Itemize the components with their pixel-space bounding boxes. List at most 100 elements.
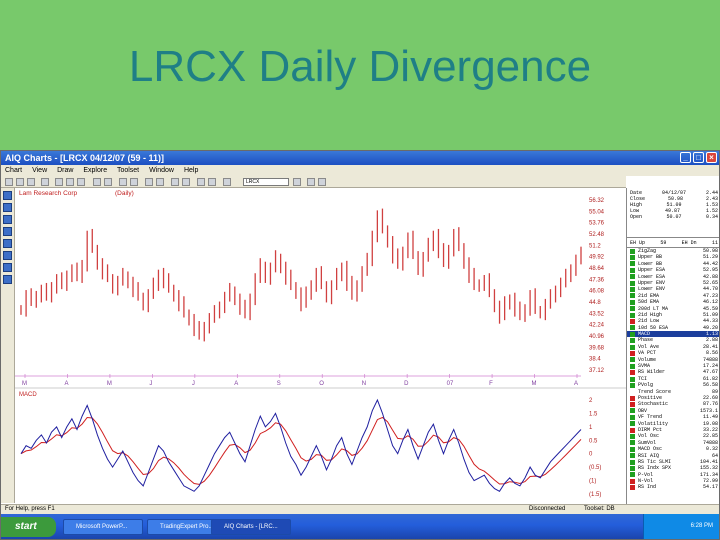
measure-tool-icon[interactable] — [3, 275, 12, 284]
text-tool-icon[interactable] — [3, 227, 12, 236]
macd-tick-label: 0 — [589, 452, 593, 458]
task-aiq-charts[interactable]: AIQ Charts - [LRC... — [211, 519, 291, 535]
trendline-tool-icon[interactable] — [3, 203, 12, 212]
slide-title: LRCX Daily Divergence — [128, 42, 592, 91]
indicator-icon[interactable] — [182, 178, 190, 186]
menu-toolset[interactable]: Toolset — [117, 167, 139, 174]
cut-icon[interactable] — [55, 178, 63, 186]
scan-icon[interactable] — [208, 178, 216, 186]
prev-icon[interactable] — [145, 178, 153, 186]
price-macd-chart[interactable]: Lam Research Corp (Daily) 56.32 55.04 53.7… — [15, 188, 626, 504]
paste-icon[interactable] — [77, 178, 85, 186]
macd-axis: 2 1.5 1 0.5 0 (0.5) (1) (1.5) — [589, 398, 601, 498]
up-square-icon — [630, 261, 635, 267]
print-icon[interactable] — [41, 178, 49, 186]
up-square-icon — [630, 299, 635, 305]
month-label: J — [149, 381, 152, 387]
arc-tool-icon[interactable] — [3, 251, 12, 260]
eh-dn-value: 11 — [711, 240, 718, 246]
macd-tick-label: (1.5) — [589, 492, 601, 498]
menu-help[interactable]: Help — [184, 167, 198, 174]
copy-icon[interactable] — [66, 178, 74, 186]
company-name: Lam Research Corp — [19, 190, 78, 197]
down-arrow-icon — [630, 478, 635, 484]
zoom-in-icon[interactable] — [93, 178, 101, 186]
maximize-icon[interactable]: □ — [693, 152, 704, 163]
price-tick-label: 52.48 — [589, 232, 605, 238]
ticker-dropdown-icon[interactable] — [293, 178, 301, 186]
up-square-icon — [630, 453, 635, 459]
ticker-input[interactable]: LRCX — [243, 178, 289, 186]
new-icon[interactable] — [5, 178, 13, 186]
minimize-icon[interactable]: _ — [680, 152, 691, 163]
pointer-tool-icon[interactable] — [3, 191, 12, 200]
menu-window[interactable]: Window — [149, 167, 174, 174]
status-toolset: Toolset: DB — [584, 506, 615, 512]
window-title: AIQ Charts - [LRCX 04/12/07 (59 - 11)] — [5, 153, 165, 163]
indicator-panel: Date 04/12/07 2.44 Close 50.98 2.43 High 51.09 1… — [626, 188, 719, 504]
month-label: M — [107, 381, 112, 387]
price-axis: 56.32 55.04 53.76 52.48 51.2 49.92 48.64 47.36 4… — [589, 198, 605, 374]
refresh-icon[interactable] — [197, 178, 205, 186]
macd-tick-label: (0.5) — [589, 465, 601, 471]
chart-area[interactable]: Lam Research Corp (Daily) 56.32 55.04 53.7… — [15, 188, 626, 504]
price-tick-label: 49.92 — [589, 255, 605, 261]
menu-view[interactable]: View — [32, 167, 47, 174]
window-titlebar[interactable]: AIQ Charts - [LRCX 04/12/07 (59 - 11)] _… — [1, 151, 719, 165]
close-icon[interactable]: × — [706, 152, 717, 163]
up-square-icon — [630, 363, 635, 369]
up-square-icon — [630, 376, 635, 382]
month-label: O — [319, 381, 324, 387]
up-square-icon — [630, 465, 635, 471]
price-tick-label: 56.32 — [589, 198, 605, 204]
month-label: A — [64, 381, 68, 387]
macd-tick-label: 2 — [589, 398, 593, 404]
up-square-icon — [630, 287, 635, 293]
calendar-icon[interactable] — [307, 178, 315, 186]
price-tick-label: 46.08 — [589, 289, 605, 295]
settings-icon[interactable] — [318, 178, 326, 186]
menu-chart[interactable]: Chart — [5, 167, 22, 174]
status-bar: For Help, press F1 Disconnected Toolset:… — [1, 504, 719, 514]
chart-type-icon[interactable] — [171, 178, 179, 186]
price-tick-label: 53.76 — [589, 221, 605, 227]
month-label: N — [362, 381, 366, 387]
fib-tool-icon[interactable] — [130, 178, 138, 186]
up-square-icon — [630, 274, 635, 280]
macd-tick-label: 0.5 — [589, 438, 598, 444]
clock: 6:28 PM — [690, 523, 713, 529]
month-label: A — [574, 381, 578, 387]
start-button[interactable]: start — [1, 517, 56, 537]
down-arrow-icon — [630, 318, 635, 324]
up-square-icon — [630, 293, 635, 299]
down-arrow-icon — [630, 350, 635, 356]
price-tick-label: 43.52 — [589, 311, 605, 317]
month-label: S — [277, 381, 281, 387]
save-icon[interactable] — [27, 178, 35, 186]
next-icon[interactable] — [156, 178, 164, 186]
left-toolbar — [1, 188, 15, 503]
open-icon[interactable] — [16, 178, 24, 186]
menu-draw[interactable]: Draw — [57, 167, 73, 174]
up-square-icon — [630, 382, 635, 388]
zoom-out-icon[interactable] — [104, 178, 112, 186]
down-arrow-icon — [630, 370, 635, 376]
month-label: A — [234, 381, 238, 387]
down-arrow-icon — [630, 427, 635, 433]
eraser-tool-icon[interactable] — [3, 263, 12, 272]
up-square-icon — [630, 414, 635, 420]
price-bars — [20, 208, 582, 342]
indicator-row[interactable]: RS Ind 54.17 — [627, 484, 719, 490]
menu-explore[interactable]: Explore — [83, 167, 107, 174]
indicator-list: ZigZag 50.98 Upper BB 51.29 Lower BB 44.42 Upp… — [627, 248, 719, 491]
task-powerpoint[interactable]: Microsoft PowerP... — [63, 519, 143, 535]
fan-tool-icon[interactable] — [3, 239, 12, 248]
line-tool-icon[interactable] — [119, 178, 127, 186]
month-label: M — [22, 381, 27, 387]
up-square-icon — [630, 446, 635, 452]
status-help-text: For Help, press F1 — [5, 506, 55, 512]
month-label: M — [532, 381, 537, 387]
channel-tool-icon[interactable] — [3, 215, 12, 224]
up-square-icon — [630, 306, 635, 312]
list-icon[interactable] — [223, 178, 231, 186]
